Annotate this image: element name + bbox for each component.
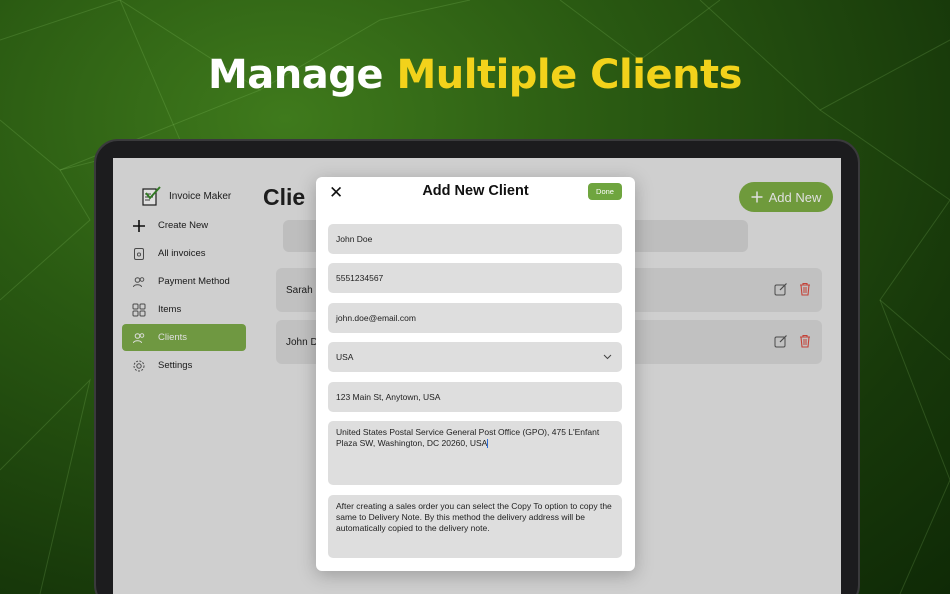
chevron-down-icon bbox=[603, 354, 612, 360]
address-field[interactable]: 123 Main St, Anytown, USA bbox=[328, 382, 622, 412]
shipping-address-field[interactable]: United States Postal Service General Pos… bbox=[328, 421, 622, 485]
notes-field[interactable]: After creating a sales order you can sel… bbox=[328, 495, 622, 558]
headline-part-1: Manage bbox=[207, 52, 384, 98]
marketing-headline: Manage Multiple Clients bbox=[0, 52, 950, 98]
phone-value: 5551234567 bbox=[336, 273, 384, 283]
notes-value: After creating a sales order you can sel… bbox=[336, 501, 612, 534]
headline-part-2: Multiple Clients bbox=[396, 52, 742, 98]
done-button[interactable]: Done bbox=[588, 183, 622, 200]
text-cursor bbox=[487, 439, 489, 449]
client-name-field[interactable]: John Doe bbox=[328, 224, 622, 254]
address-value: 123 Main St, Anytown, USA bbox=[336, 392, 441, 402]
close-icon[interactable]: ✕ bbox=[329, 183, 343, 203]
shipping-address-value: United States Postal Service General Pos… bbox=[336, 427, 600, 449]
client-name-value: John Doe bbox=[336, 234, 373, 244]
email-field[interactable]: john.doe@email.com bbox=[328, 303, 622, 333]
country-value: USA bbox=[336, 352, 354, 362]
add-client-dialog: Add New Client ✕ Done John Doe 555123456… bbox=[316, 177, 635, 571]
country-select[interactable]: USA bbox=[328, 342, 622, 372]
phone-field[interactable]: 5551234567 bbox=[328, 263, 622, 293]
email-value: john.doe@email.com bbox=[336, 313, 416, 323]
